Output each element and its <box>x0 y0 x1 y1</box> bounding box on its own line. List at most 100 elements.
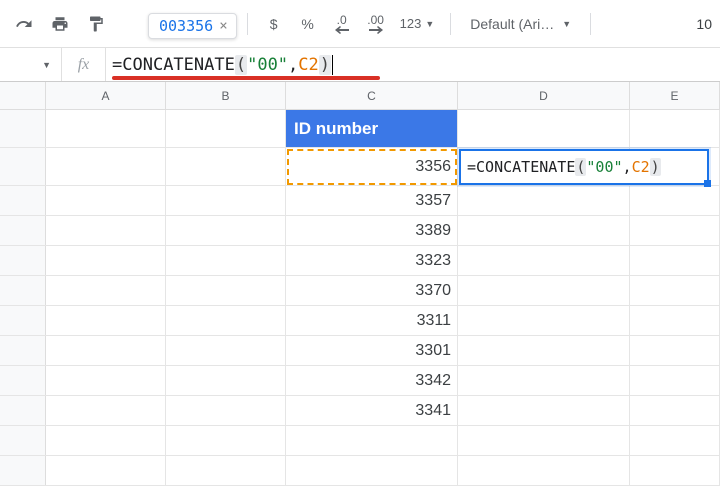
cell-c2[interactable]: 3356 <box>286 148 458 185</box>
cell[interactable] <box>286 456 458 485</box>
cell-c10[interactable]: 3341 <box>286 396 458 425</box>
cell-c4[interactable]: 3389 <box>286 216 458 245</box>
percent-button[interactable]: % <box>292 8 324 40</box>
cell[interactable] <box>166 426 286 455</box>
cell[interactable] <box>630 426 720 455</box>
decrease-decimal-button[interactable]: .0 <box>326 8 358 40</box>
active-cell-editor[interactable]: =CONCATENATE("00", C2) <box>459 149 709 185</box>
cell[interactable] <box>166 456 286 485</box>
formula-result-tooltip: 003356 × <box>148 13 237 39</box>
cell[interactable] <box>458 110 630 147</box>
cell-c5[interactable]: 3323 <box>286 246 458 275</box>
table-row: 3301 <box>0 336 720 366</box>
row-header[interactable] <box>0 426 46 455</box>
cell[interactable] <box>46 110 166 147</box>
row-header[interactable] <box>0 186 46 215</box>
cell-c6[interactable]: 3370 <box>286 276 458 305</box>
cell[interactable] <box>458 246 630 275</box>
cell[interactable] <box>46 276 166 305</box>
cell[interactable] <box>166 276 286 305</box>
spreadsheet-grid[interactable]: A B C D E ID number 3356 3357 3389 <box>0 82 720 486</box>
cell[interactable] <box>458 276 630 305</box>
cell[interactable] <box>46 148 166 185</box>
cell[interactable] <box>630 336 720 365</box>
cell[interactable] <box>458 306 630 335</box>
cell[interactable] <box>458 216 630 245</box>
cell[interactable] <box>458 186 630 215</box>
cell[interactable] <box>286 426 458 455</box>
paint-format-icon <box>87 15 105 33</box>
separator <box>247 13 248 35</box>
cell[interactable] <box>630 276 720 305</box>
font-picker[interactable]: Default (Ari… ▼ <box>461 11 580 37</box>
cell[interactable] <box>166 186 286 215</box>
cell[interactable] <box>166 216 286 245</box>
cell[interactable] <box>630 456 720 485</box>
print-button[interactable] <box>44 8 76 40</box>
cell[interactable] <box>458 366 630 395</box>
paint-format-button[interactable] <box>80 8 112 40</box>
row-header[interactable] <box>0 148 46 185</box>
cell[interactable] <box>630 186 720 215</box>
cell[interactable] <box>166 148 286 185</box>
increase-decimal-button[interactable]: .00 <box>360 8 392 40</box>
cell-c3[interactable]: 3357 <box>286 186 458 215</box>
col-header-a[interactable]: A <box>46 82 166 109</box>
cell[interactable] <box>46 186 166 215</box>
cell[interactable] <box>458 396 630 425</box>
row-header[interactable] <box>0 216 46 245</box>
cell[interactable] <box>630 396 720 425</box>
cell-c1[interactable]: ID number <box>286 110 458 147</box>
cell-c7[interactable]: 3311 <box>286 306 458 335</box>
row-header[interactable] <box>0 246 46 275</box>
row-header[interactable] <box>0 336 46 365</box>
cell[interactable] <box>166 396 286 425</box>
cell[interactable] <box>630 110 720 147</box>
cell[interactable] <box>46 306 166 335</box>
row-header[interactable] <box>0 456 46 485</box>
row-header[interactable] <box>0 366 46 395</box>
select-all-corner[interactable] <box>0 82 46 109</box>
cell[interactable] <box>458 456 630 485</box>
currency-button[interactable]: $ <box>258 8 290 40</box>
cell-c9[interactable]: 3342 <box>286 366 458 395</box>
cell-c8[interactable]: 3301 <box>286 336 458 365</box>
more-formats-button[interactable]: 123 ▼ <box>394 8 441 40</box>
cell[interactable] <box>630 246 720 275</box>
row-header[interactable] <box>0 110 46 147</box>
redo-button[interactable] <box>8 8 40 40</box>
col-header-e[interactable]: E <box>630 82 720 109</box>
col-header-b[interactable]: B <box>166 82 286 109</box>
cell[interactable] <box>46 246 166 275</box>
cell[interactable] <box>166 246 286 275</box>
fill-handle[interactable] <box>704 180 711 187</box>
name-box[interactable]: ▼ <box>0 48 62 81</box>
cell[interactable] <box>630 366 720 395</box>
cell[interactable] <box>458 336 630 365</box>
cell[interactable] <box>46 336 166 365</box>
cell[interactable] <box>46 366 166 395</box>
separator <box>450 13 451 35</box>
formula-input[interactable]: =CONCATENATE("00", C2) <box>106 48 720 81</box>
row-header[interactable] <box>0 306 46 335</box>
cell[interactable] <box>166 336 286 365</box>
col-header-c[interactable]: C <box>286 82 458 109</box>
col-header-d[interactable]: D <box>458 82 630 109</box>
cell[interactable] <box>46 216 166 245</box>
cell[interactable] <box>46 396 166 425</box>
row-header[interactable] <box>0 276 46 305</box>
cell[interactable] <box>630 306 720 335</box>
cell[interactable] <box>458 426 630 455</box>
cell[interactable] <box>166 306 286 335</box>
table-row <box>0 456 720 486</box>
cell[interactable] <box>166 366 286 395</box>
close-icon[interactable]: × <box>219 18 227 34</box>
row-header[interactable] <box>0 396 46 425</box>
number-format-group: $ % .0 .00 123 ▼ <box>258 8 441 40</box>
cell[interactable] <box>46 456 166 485</box>
font-size[interactable]: 10 <box>696 16 712 32</box>
cell[interactable] <box>630 216 720 245</box>
cell[interactable] <box>166 110 286 147</box>
cell[interactable] <box>46 426 166 455</box>
table-row: 3323 <box>0 246 720 276</box>
